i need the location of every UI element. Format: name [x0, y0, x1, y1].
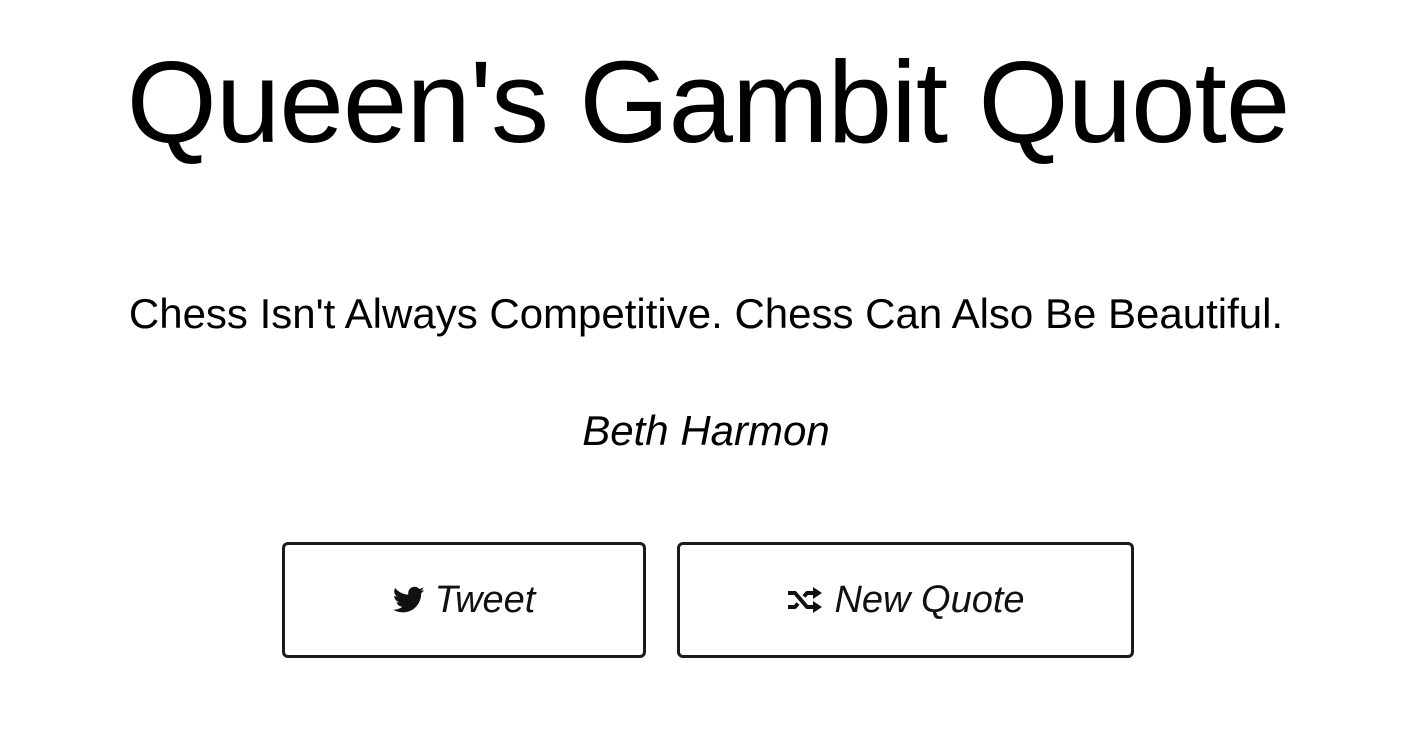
quote-author: Beth Harmon: [582, 407, 830, 454]
twitter-icon: [392, 586, 425, 614]
new-quote-button[interactable]: New Quote: [677, 542, 1134, 658]
new-quote-button-label: New Quote: [834, 578, 1025, 621]
quote-page: Queen's Gambit Quote Chess Isn't Always …: [0, 0, 1426, 732]
tweet-button[interactable]: Tweet: [282, 542, 646, 658]
page-title: Queen's Gambit Quote: [126, 37, 1291, 167]
quote-text: Chess Isn't Always Competitive. Chess Ca…: [128, 290, 1284, 337]
shuffle-icon: [786, 586, 824, 614]
tweet-button-label: Tweet: [434, 578, 536, 621]
